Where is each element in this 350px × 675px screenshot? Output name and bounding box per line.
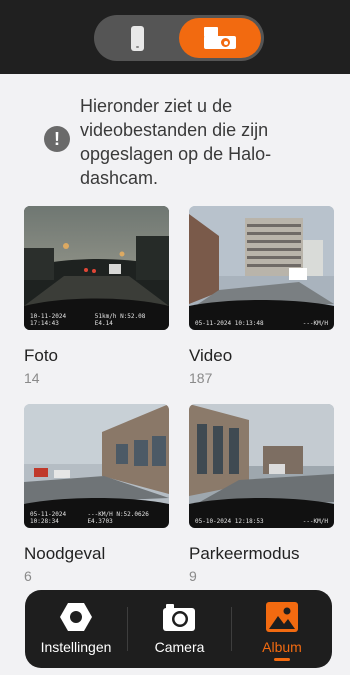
settings-hex-nut-icon <box>60 603 92 631</box>
info-text: Hieronder ziet u de videobestanden die z… <box>80 96 272 188</box>
album-card-parkeermodus[interactable]: 05-10-2024 12:18:53 ---KM/H Parkeermodus… <box>189 404 334 585</box>
mode-toggle[interactable] <box>94 15 264 61</box>
album-title: Foto <box>24 346 59 365</box>
thumbnail-speed: 51km/h N:52.08 E4.14 <box>94 313 146 327</box>
dashcam-icon <box>202 27 238 49</box>
nav-item-camera[interactable]: Camera <box>128 590 231 668</box>
thumbnail-speed: ---KM/H N:52.0626 E4.3703 <box>87 511 149 525</box>
album-thumbnail: 05-11-2024 10:13:48 ---KM/H <box>189 206 334 330</box>
dashcam-mode-button[interactable] <box>179 18 261 58</box>
phone-mode-button[interactable] <box>97 18 177 58</box>
thumbnail-timestamp: 05-10-2024 12:18:53 <box>195 518 264 525</box>
album-title: Video <box>189 346 233 365</box>
album-title: Parkeermodus <box>189 544 300 563</box>
album-card-video[interactable]: 05-11-2024 10:13:48 ---KM/H Video 187 <box>189 206 334 387</box>
camera-icon <box>163 604 195 631</box>
nav-item-album[interactable]: Album <box>232 590 332 668</box>
active-indicator <box>274 658 290 661</box>
thumbnail-speed: ---KM/H <box>302 320 328 327</box>
nav-item-instellingen[interactable]: Instellingen <box>25 590 127 668</box>
album-count: 187 <box>189 370 213 386</box>
nav-label: Camera <box>154 639 205 655</box>
nav-label: Instellingen <box>40 639 112 655</box>
album-card-noodgeval[interactable]: 05-11-2024 10:28:34 ---KM/H N:52.0626 E4… <box>24 404 169 585</box>
thumbnail-timestamp: 05-11-2024 10:28:34 <box>30 511 67 525</box>
album-count: 6 <box>24 568 32 584</box>
album-card-foto[interactable]: 10-11-2024 17:14:43 51km/h N:52.08 E4.14… <box>24 206 169 387</box>
nav-label: Album <box>262 639 302 655</box>
phone-icon <box>130 25 144 51</box>
thumbnail-timestamp: 05-11-2024 10:13:48 <box>195 320 264 327</box>
top-bar <box>0 0 350 74</box>
thumbnail-speed: ---KM/H <box>302 518 328 525</box>
album-count: 9 <box>189 568 197 584</box>
album-thumbnail: 10-11-2024 17:14:43 51km/h N:52.08 E4.14 <box>24 206 169 330</box>
album-title: Noodgeval <box>24 544 106 563</box>
image-icon <box>266 602 298 632</box>
bottom-nav: Instellingen Camera Album <box>25 590 332 668</box>
album-count: 14 <box>24 370 40 386</box>
album-thumbnail: 05-11-2024 10:28:34 ---KM/H N:52.0626 E4… <box>24 404 169 528</box>
thumbnail-timestamp: 10-11-2024 17:14:43 <box>30 313 67 327</box>
album-thumbnail: 05-10-2024 12:18:53 ---KM/H <box>189 404 334 528</box>
exclamation-icon: ! <box>44 126 70 152</box>
